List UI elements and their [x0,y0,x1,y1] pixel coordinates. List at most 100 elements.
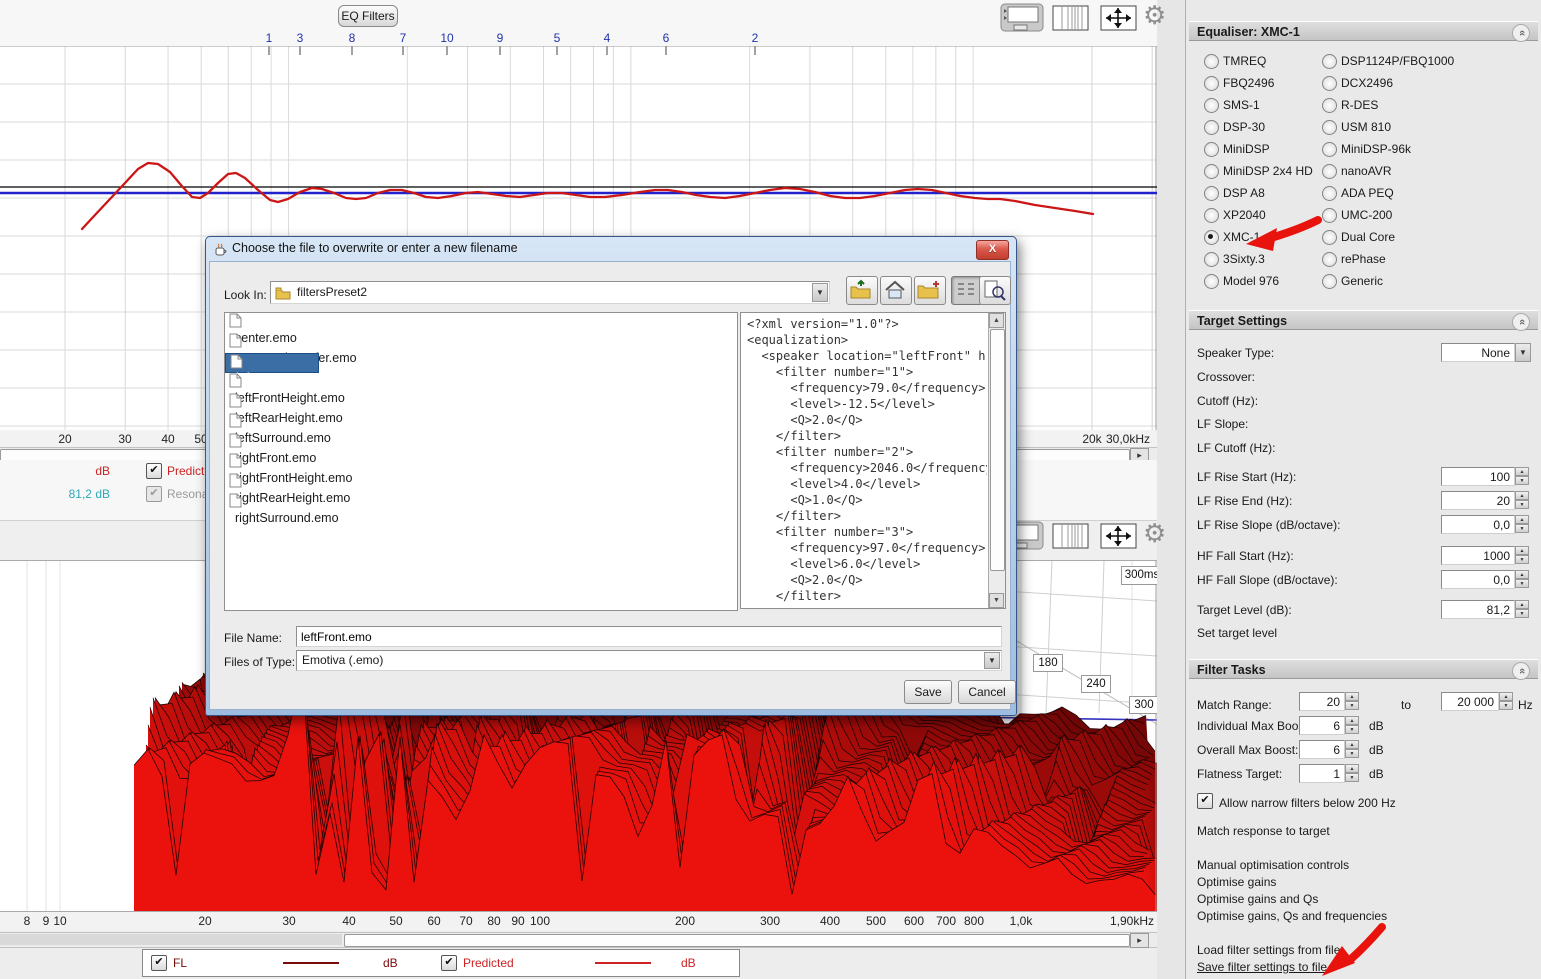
lower-chart-scrollbar[interactable]: ▸ [0,932,1157,948]
file-list-item[interactable]: leftFrontHeight.emo [225,373,353,405]
equaliser-radio-generic[interactable] [1322,274,1337,289]
target-setting-field[interactable]: 1000 [1441,546,1515,565]
file-list-item[interactable]: rightFront.emo [225,433,324,465]
spinner-arrow[interactable]: ▼ [1345,773,1359,782]
equaliser-radio-usm-810[interactable] [1322,120,1337,135]
task-link-match-response-to-target[interactable]: Match response to target [1197,824,1330,838]
spinner-arrow[interactable]: ▲ [1515,570,1529,579]
spinner-arrow[interactable]: ▲ [1515,491,1529,500]
spinner-arrow[interactable]: ▼ [1515,555,1529,564]
task-link-optimise-gains-and-qs[interactable]: Optimise gains and Qs [1197,892,1318,906]
equaliser-radio-umc-200[interactable] [1322,208,1337,223]
fl-checkbox[interactable]: ✔ [151,955,167,971]
task-row-field[interactable]: 1 [1299,764,1345,783]
cancel-button[interactable]: Cancel [958,680,1016,704]
task-link-optimise-gains[interactable]: Optimise gains [1197,875,1276,889]
spinner-arrow[interactable]: ▲ [1345,716,1359,725]
equaliser-radio-sms-1[interactable] [1204,98,1219,113]
file-list-item[interactable]: rightSurround.emo [225,493,347,525]
pan-mode-icon[interactable] [1100,521,1138,551]
collapse-target-icon[interactable]: « [1512,313,1530,331]
look-in-dropdown-icon[interactable]: ▼ [812,283,828,302]
equaliser-radio-dsp-30[interactable] [1204,120,1219,135]
pan-mode-icon[interactable] [1100,3,1138,33]
target-settings-section-header[interactable]: Target Settings « [1189,310,1538,331]
lower-scrollbar-right-button[interactable]: ▸ [1130,933,1149,948]
equaliser-section-header[interactable]: Equaliser: XMC-1 « [1189,21,1538,42]
equaliser-radio-nanoavr[interactable] [1322,164,1337,179]
task-row-spinner[interactable]: ▲ ▼ [1345,740,1359,759]
equaliser-radio-dsp-a8[interactable] [1204,186,1219,201]
collapse-tasks-icon[interactable]: « [1512,662,1530,680]
spinner-arrow[interactable]: ▲ [1345,740,1359,749]
task-row-field[interactable]: 6 [1299,716,1345,735]
spinner-arrow[interactable]: ▼ [1515,579,1529,588]
dialog-close-button[interactable]: X [976,240,1009,260]
file-list-item[interactable]: centerSubwoofer.emo [225,333,365,365]
equaliser-radio-dual-core[interactable] [1322,230,1337,245]
spinner-arrow[interactable]: ▼ [1515,609,1529,618]
target-setting-field[interactable]: 0,0 [1441,570,1515,589]
target-setting-spinner[interactable]: ▲ ▼ [1515,467,1529,486]
spinner-arrow[interactable]: ▲ [1515,546,1529,555]
home-button[interactable] [880,276,912,305]
equaliser-radio-dsp1124p-fbq1000[interactable] [1322,54,1337,69]
file-list-item[interactable]: center.emo [225,313,305,345]
target-setting-spinner[interactable]: ▲ ▼ [1515,515,1529,534]
task-row-spinner[interactable]: ▲ ▼ [1345,716,1359,735]
new-folder-button[interactable] [914,276,946,305]
task-link-load-filter-settings-from-file[interactable]: Load filter settings from file [1197,943,1340,957]
target-setting-field[interactable]: 100 [1441,467,1515,486]
xml-preview-scrollbar[interactable]: ▲ ▼ [988,313,1005,608]
spinner-arrow[interactable]: ▲ [1515,600,1529,609]
spinner-arrow[interactable]: ▼ [1515,524,1529,533]
spinner-arrow[interactable]: ▼ [1515,500,1529,509]
target-setting-spinner[interactable]: ▲ ▼ [1515,600,1529,619]
equaliser-radio-rephase[interactable] [1322,252,1337,267]
xml-scroll-down-button[interactable]: ▼ [989,593,1004,608]
spinner-arrow[interactable]: ▲ [1515,515,1529,524]
task-row-spinner[interactable]: ▲ ▼ [1345,764,1359,783]
spinner-arrow[interactable]: ▼ [1515,476,1529,485]
target-setting-spinner[interactable]: ▲ ▼ [1515,491,1529,510]
filter-tasks-section-header[interactable]: Filter Tasks « [1189,659,1538,680]
task-link-save-filter-settings-to-file[interactable]: Save filter settings to file [1197,960,1327,974]
target-setting-spinner[interactable]: ▲ ▼ [1515,546,1529,565]
xml-scrollbar-thumb[interactable] [990,329,1005,571]
spinner-arrow[interactable]: ▲ [1345,764,1359,773]
graph-settings-gear-icon[interactable]: ⚙ [1143,518,1166,549]
task-link-optimise-gains-qs-and-frequencies[interactable]: Optimise gains, Qs and frequencies [1197,909,1387,923]
equaliser-radio-tmreq[interactable] [1204,54,1219,69]
target-setting-field[interactable]: 81,2 [1441,600,1515,619]
match-range-from-field[interactable]: 20 [1299,692,1345,711]
equaliser-radio-xmc-1[interactable] [1204,230,1219,245]
file-list-item[interactable]: rightFrontHeight.emo [225,453,360,485]
details-view-button[interactable] [979,276,1011,305]
task-link-manual-optimisation-controls[interactable]: Manual optimisation controls [1197,858,1349,872]
predicted-checkbox[interactable]: ✔ [146,463,162,479]
lower-scrollbar-thumb[interactable] [344,934,1130,947]
set-target-level-link[interactable]: Set target level [1197,626,1277,640]
file-list-item[interactable]: rightRearHeight.emo [225,473,358,505]
spinner-arrow[interactable]: ▼ [1345,749,1359,758]
match-range-to-field[interactable]: 20 000 [1441,692,1499,711]
equaliser-radio-fbq2496[interactable] [1204,76,1219,91]
match-range-to-spinner[interactable]: ▲ ▼ [1499,692,1513,711]
speaker-type-dropdown-icon[interactable]: ▼ [1515,343,1531,362]
up-one-level-button[interactable] [846,276,878,305]
predicted2-checkbox[interactable]: ✔ [441,955,457,971]
file-list-item[interactable]: leftSurround.emo [225,413,339,445]
chart-navigator-icon[interactable] [1000,3,1044,33]
allow-narrow-filters-checkbox[interactable]: ✔ [1197,793,1213,809]
equaliser-radio-xp2040[interactable] [1204,208,1219,223]
files-of-type-combobox[interactable]: Emotiva (.emo) ▼ [296,650,1002,671]
speaker-type-combobox[interactable]: None [1441,343,1515,362]
target-setting-field[interactable]: 20 [1441,491,1515,510]
lower-scrollbar-track[interactable] [0,934,342,945]
equaliser-radio-3sixty-3[interactable] [1204,252,1219,267]
target-setting-field[interactable]: 0,0 [1441,515,1515,534]
grid-options-icon[interactable] [1052,3,1090,33]
task-row-field[interactable]: 6 [1299,740,1345,759]
look-in-combobox[interactable]: filtersPreset2 ▼ [270,281,830,304]
collapse-equaliser-icon[interactable]: « [1512,24,1530,42]
